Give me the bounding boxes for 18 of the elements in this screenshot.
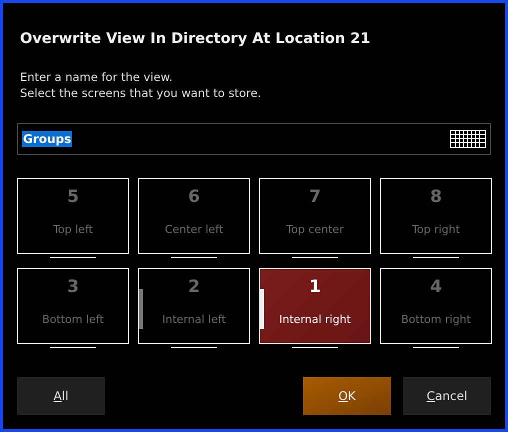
screen-tile[interactable]: 2 Internal left xyxy=(138,268,250,344)
dialog-title: Overwrite View In Directory At Location 21 xyxy=(20,31,372,47)
instruction-text: Select the screens that you want to store. xyxy=(20,85,262,101)
dialog-button[interactable]: Cancel xyxy=(403,377,491,415)
screen-tile[interactable]: 1 Internal right xyxy=(259,268,371,344)
screen-tile[interactable]: 6 Center left xyxy=(138,178,250,254)
keyboard-icon[interactable] xyxy=(450,130,486,148)
screen-indicator xyxy=(260,289,264,329)
screen-tile[interactable]: 3 Bottom left xyxy=(17,268,129,344)
dialog-button[interactable]: OK xyxy=(303,377,391,415)
name-input-field[interactable]: Groups xyxy=(17,123,491,155)
screen-tile[interactable]: 4 Bottom right xyxy=(380,268,492,344)
screen-tile[interactable]: 7 Top center xyxy=(259,178,371,254)
screen-indicator xyxy=(139,289,143,329)
screen-tile[interactable]: 5 Top left xyxy=(17,178,129,254)
dialog-button[interactable]: All xyxy=(17,377,105,415)
instruction-text: Enter a name for the view. xyxy=(20,69,174,85)
screen-tile[interactable]: 8 Top right xyxy=(380,178,492,254)
